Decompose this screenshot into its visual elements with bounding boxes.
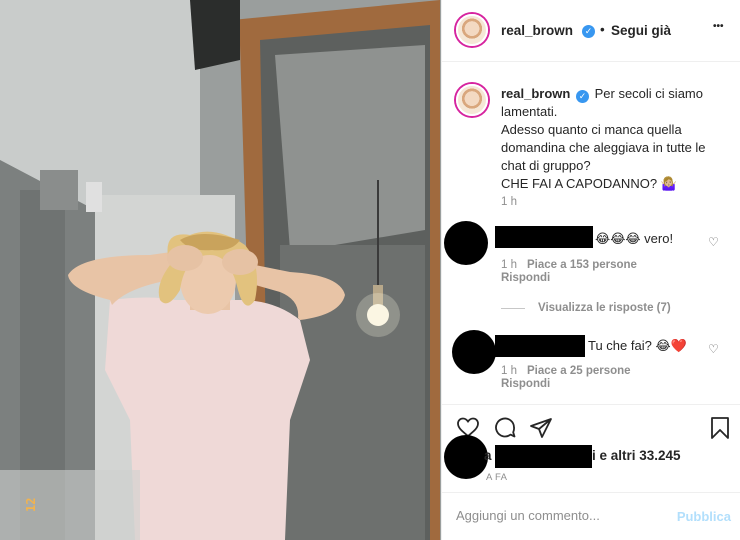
bookmark-icon[interactable] (710, 416, 730, 440)
header-avatar[interactable] (456, 14, 488, 46)
post-time-ago[interactable]: A FA (486, 472, 507, 483)
comment-2-time[interactable]: 1 h (501, 365, 517, 377)
caption-avatar[interactable] (456, 84, 488, 116)
likes-username-redacted[interactable] (495, 445, 592, 468)
view-replies-line (501, 308, 525, 309)
comment-1-reply-button[interactable]: Rispondi (501, 272, 550, 284)
comment-bubble-icon[interactable] (493, 416, 517, 440)
comment-1-time[interactable]: 1 h (501, 259, 517, 271)
caption-username[interactable]: real_brown (501, 86, 570, 101)
add-comment-bar: Pubblica (442, 492, 740, 540)
post-header: real_brown ✓ • Segui già ••• (442, 0, 740, 62)
view-replies-button[interactable]: Visualizza le risposte (7) (538, 302, 671, 314)
post-photo-illustration (0, 0, 441, 540)
caption-line-4: domandina che aleggiava in tutte le (501, 140, 706, 155)
comment-2-like-icon[interactable]: ♡ (708, 342, 719, 356)
likes-prefix: a (484, 448, 492, 463)
comment-1-likes[interactable]: Piace a 153 persone (527, 259, 637, 271)
comment-2-likes[interactable]: Piace a 25 persone (527, 365, 631, 377)
comment-1-username-redacted[interactable] (495, 226, 593, 248)
comment-2-reply-button[interactable]: Rispondi (501, 378, 550, 390)
paper-plane-icon[interactable] (529, 416, 553, 440)
header-username[interactable]: real_brown (501, 23, 573, 38)
comment-1-like-icon[interactable]: ♡ (708, 235, 719, 249)
likes-avatar-redacted[interactable] (444, 435, 488, 479)
publish-button[interactable]: Pubblica (677, 509, 731, 524)
comment-1-text: 😂😂😂 vero! (595, 231, 674, 246)
caption-line-1: real_brown ✓ Per secoli ci siamo (501, 86, 703, 103)
photo-timestamp-overlay: 12 (24, 497, 38, 512)
follow-button[interactable]: Segui già (611, 23, 671, 38)
post-side-panel: real_brown ✓ • Segui già ••• real_brown … (441, 0, 740, 540)
caption-verified-icon: ✓ (575, 90, 589, 103)
post-photo[interactable]: 12 (0, 0, 441, 540)
post-actions: a i e altri 33.245 A FA (442, 404, 740, 492)
comment-2-username-redacted[interactable] (495, 335, 585, 357)
more-options-icon[interactable]: ••• (713, 21, 724, 32)
comment-input[interactable] (456, 508, 666, 523)
caption-time[interactable]: 1 h (501, 196, 517, 208)
comment-2-text: Tu che fai? 😂❤️ (588, 338, 687, 353)
caption-line-3: Adesso quanto ci manca quella (501, 122, 682, 137)
header-separator: • (600, 22, 605, 37)
caption-line-6: CHE FAI A CAPODANNO? 🤷🏼‍♀️ (501, 176, 677, 191)
caption-line-2: lamentati. (501, 104, 558, 119)
caption: real_brown ✓ Per secoli ci siamo lamenta… (501, 85, 731, 193)
likes-count[interactable]: i e altri 33.245 (592, 448, 681, 463)
comment-2-avatar-redacted[interactable] (452, 330, 496, 374)
verified-badge-icon: ✓ (582, 25, 595, 38)
comment-1-avatar-redacted[interactable] (444, 221, 488, 265)
caption-line-5: chat di gruppo? (501, 158, 591, 173)
